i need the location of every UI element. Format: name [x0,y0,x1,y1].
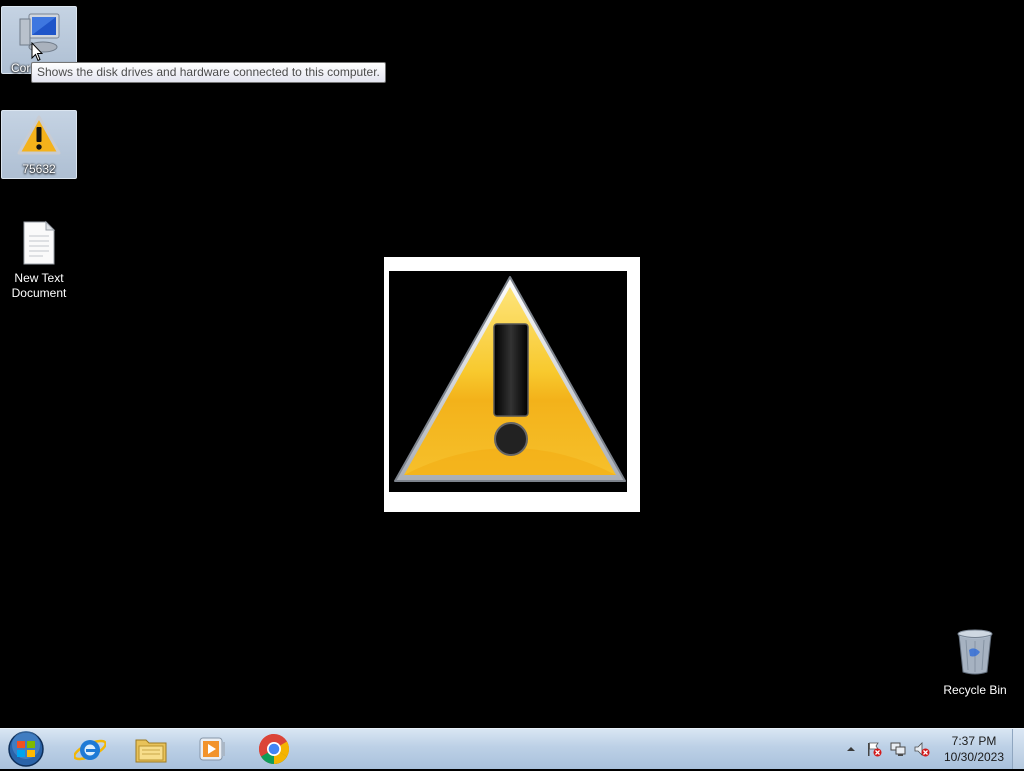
taskbar-clock[interactable]: 7:37 PM 10/30/2023 [936,733,1012,765]
text-document-icon [23,220,56,265]
warning-icon [17,115,61,155]
start-orb-icon [8,731,44,767]
recycle-bin-icon [957,629,993,675]
action-center-flag-icon[interactable] [866,741,882,757]
recycle-bin-desktop-icon[interactable]: Recycle Bin [940,628,1010,697]
media-player-taskbar-button[interactable] [186,731,238,767]
start-button[interactable] [6,730,46,768]
internet-explorer-taskbar-button[interactable] [64,731,116,767]
chrome-icon [258,734,290,765]
text-document-label: New Text Document [11,271,67,300]
volume-muted-icon[interactable] [914,741,930,757]
show-hidden-icons-arrow[interactable] [843,741,859,757]
clock-time: 7:37 PM [951,734,997,748]
large-warning-icon [394,276,626,482]
computer-icon-label: Cor [11,61,31,75]
warning-file-desktop-icon[interactable]: 75632 [1,110,77,179]
media-player-icon [199,737,225,761]
recycle-bin-label: Recycle Bin [943,683,1007,697]
file-explorer-taskbar-button[interactable] [125,731,177,767]
clock-date: 10/30/2023 [943,750,1005,764]
chrome-taskbar-button[interactable] [248,731,300,767]
warning-image-window [384,257,640,512]
text-document-desktop-icon[interactable]: New Text Document [1,215,77,300]
warning-image-frame [389,271,627,492]
computer-tooltip: Shows the disk drives and hardware conne… [31,62,386,83]
mouse-cursor-icon [31,42,43,62]
network-icon[interactable] [890,741,906,757]
desktop: Cor Shows the disk drives and hardware c… [0,0,1024,728]
show-desktop-button[interactable] [1012,729,1024,769]
warning-file-label: 75632 [22,162,56,176]
taskbar: 7:37 PM 10/30/2023 [0,728,1024,769]
internet-explorer-icon [74,739,106,761]
file-explorer-icon [135,739,167,763]
